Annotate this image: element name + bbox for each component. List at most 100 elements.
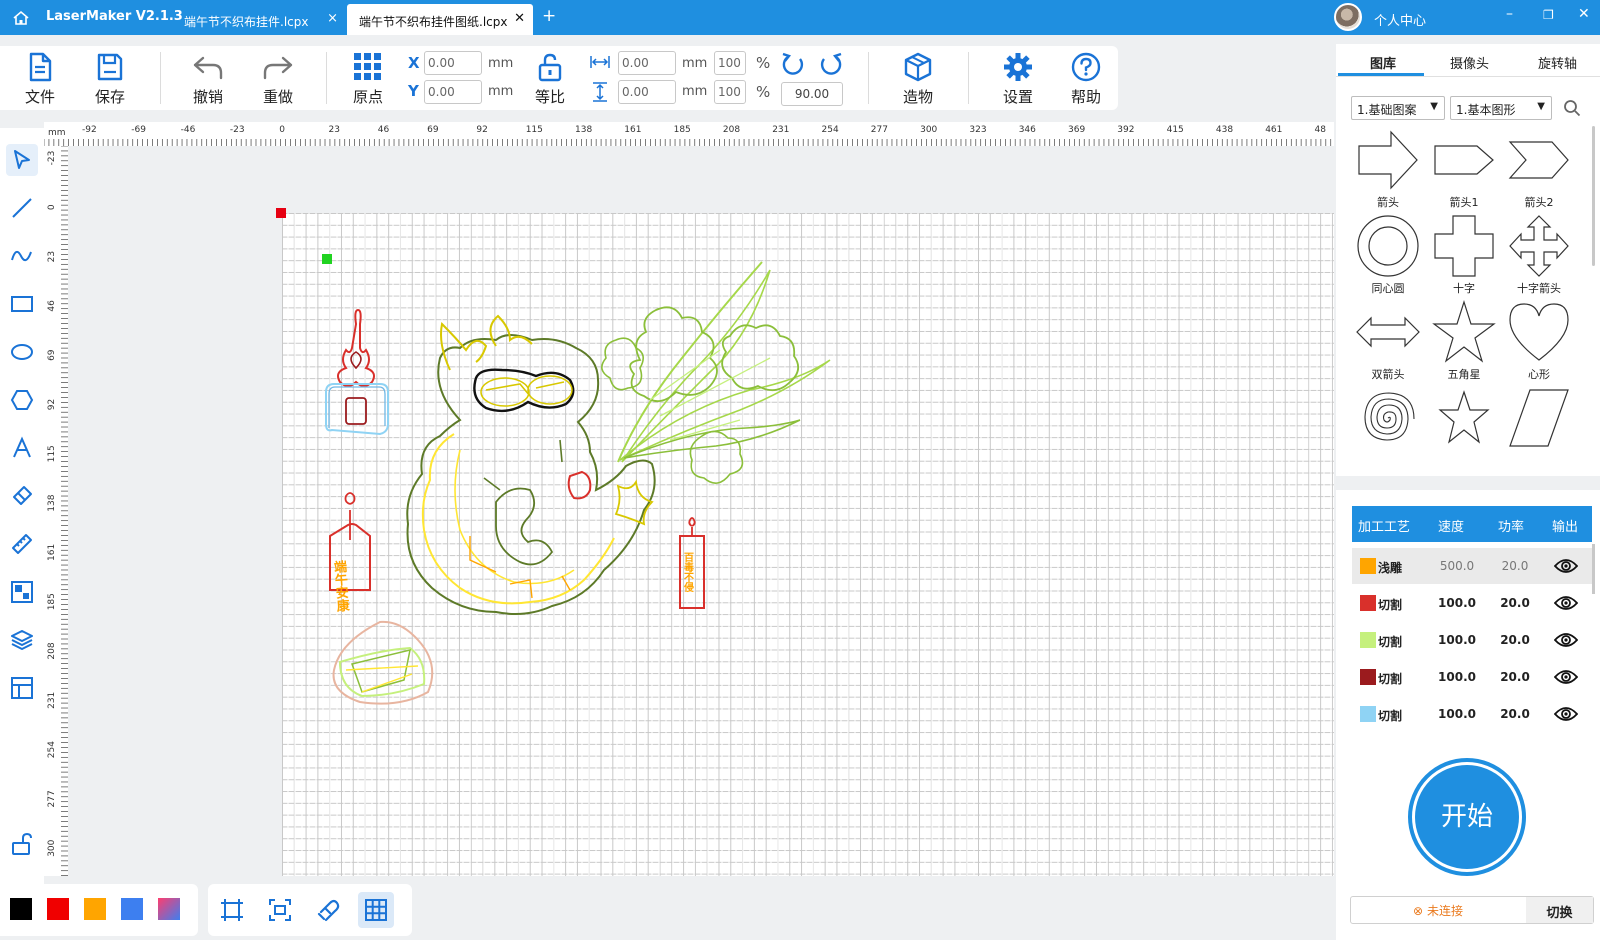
shape-arrow[interactable]: 箭头 (1352, 128, 1424, 214)
process-row[interactable]: 切割 100.0 20.0 (1352, 659, 1592, 695)
eye-icon[interactable] (1553, 631, 1579, 652)
polygon-tool[interactable] (6, 384, 38, 416)
layers-tool[interactable] (6, 624, 38, 656)
height-percent-input[interactable]: 100 (714, 80, 746, 104)
ellipse-tool[interactable] (6, 336, 38, 368)
process-power[interactable]: 20.0 (1490, 707, 1540, 721)
process-name[interactable]: 切割 (1378, 596, 1402, 613)
lock-ratio-button[interactable]: 等比 (520, 50, 580, 108)
process-row[interactable]: 切割 100.0 20.0 (1352, 696, 1592, 732)
eye-icon[interactable] (1553, 557, 1579, 578)
settings-button[interactable]: 设置 (988, 50, 1048, 108)
shape-double-arrow[interactable]: 双箭头 (1352, 300, 1424, 386)
width-input[interactable]: 0.00 (618, 51, 676, 75)
connection-status[interactable]: ⊗ 未连接 (1350, 896, 1526, 924)
mugwort-leaves[interactable] (601, 261, 831, 484)
process-speed[interactable]: 100.0 (1432, 670, 1482, 684)
tab-library[interactable]: 图库 (1370, 53, 1396, 72)
rectangle-tool[interactable] (6, 288, 38, 320)
line-tool[interactable] (6, 192, 38, 224)
close-window-button[interactable]: ✕ (1578, 6, 1590, 22)
tag-baidu[interactable]: 百毒不侵 (679, 517, 705, 609)
shape-arrow-2[interactable]: 箭头2 (1503, 128, 1575, 214)
build-button[interactable]: 造物 (888, 50, 948, 108)
tag-duanwu[interactable]: 端午安康 (329, 492, 371, 614)
layer-color-swatch[interactable] (1360, 669, 1376, 685)
process-name[interactable]: 切割 (1378, 670, 1402, 687)
shape-five-point-star[interactable]: 五角星 (1428, 300, 1500, 386)
lock-tool[interactable] (6, 828, 38, 860)
eraser-tool[interactable] (6, 480, 38, 512)
color-swatch-gradient[interactable] (158, 898, 180, 920)
rotation-angle-input[interactable]: 90.00 (781, 82, 843, 106)
library-scrollbar[interactable] (1592, 126, 1595, 266)
user-center-link[interactable]: 个人中心 (1374, 10, 1426, 29)
rotate-ccw-icon[interactable] (780, 51, 806, 77)
color-swatch-red[interactable] (47, 898, 69, 920)
fit-canvas-button[interactable] (214, 892, 250, 928)
process-speed[interactable]: 100.0 (1432, 633, 1482, 647)
layout-tool[interactable] (6, 672, 38, 704)
eye-icon[interactable] (1553, 705, 1579, 726)
measure-tool[interactable] (6, 528, 38, 560)
process-scrollbar[interactable] (1592, 544, 1595, 594)
avatar[interactable] (1334, 3, 1362, 31)
process-power[interactable]: 20.0 (1490, 670, 1540, 684)
process-power[interactable]: 20.0 (1490, 633, 1540, 647)
dragon-figure[interactable] (406, 314, 656, 615)
process-row[interactable]: 浅雕 500.0 20.0 (1352, 548, 1592, 584)
fit-selection-button[interactable] (262, 892, 298, 928)
shape-parallelogram[interactable] (1503, 386, 1575, 472)
process-row[interactable]: 切割 100.0 20.0 (1352, 622, 1592, 658)
redo-button[interactable]: 重做 (248, 50, 308, 108)
help-button[interactable]: 帮助 (1056, 50, 1116, 108)
height-input[interactable]: 0.00 (618, 80, 676, 104)
add-tab-button[interactable]: + (542, 6, 556, 26)
zongzi-shape[interactable] (332, 620, 434, 705)
rotate-cw-icon[interactable] (818, 51, 844, 77)
width-percent-input[interactable]: 100 (714, 51, 746, 75)
tab-camera[interactable]: 摄像头 (1450, 53, 1489, 72)
layer-color-swatch[interactable] (1360, 632, 1376, 648)
x-position-input[interactable]: 0.00 (424, 51, 482, 75)
shape-arrow-1[interactable]: 箭头1 (1428, 128, 1500, 214)
color-swatch-blue[interactable] (121, 898, 143, 920)
process-power[interactable]: 20.0 (1490, 596, 1540, 610)
process-name[interactable]: 切割 (1378, 707, 1402, 724)
knot-pendant[interactable] (325, 308, 389, 436)
y-position-input[interactable]: 0.00 (424, 80, 482, 104)
process-speed[interactable]: 100.0 (1432, 707, 1482, 721)
save-button[interactable]: 保存 (80, 50, 140, 108)
home-icon[interactable] (11, 8, 31, 28)
shape-concentric-circle[interactable]: 同心圆 (1352, 214, 1424, 300)
process-row[interactable]: 切割 100.0 20.0 (1352, 585, 1592, 621)
grid-toggle-button[interactable] (358, 892, 394, 928)
design-artwork[interactable]: 端午安康 百毒不侵 (300, 240, 860, 740)
eye-icon[interactable] (1553, 594, 1579, 615)
category-dropdown[interactable]: 1.基础图案 ▼ (1351, 96, 1445, 120)
close-tab-icon[interactable]: × (327, 11, 338, 26)
color-swatch-orange[interactable] (84, 898, 106, 920)
start-button[interactable]: 开始 (1415, 765, 1519, 869)
origin-button[interactable]: 原点 (338, 50, 398, 108)
eye-icon[interactable] (1553, 668, 1579, 689)
minimize-button[interactable]: – (1506, 6, 1513, 22)
process-speed[interactable]: 500.0 (1432, 559, 1482, 573)
process-power[interactable]: 20.0 (1490, 559, 1540, 573)
process-name[interactable]: 浅雕 (1378, 559, 1402, 576)
layer-color-swatch[interactable] (1360, 595, 1376, 611)
layer-color-swatch[interactable] (1360, 558, 1376, 574)
shape-spiral[interactable] (1352, 386, 1424, 472)
curve-tool[interactable] (6, 240, 38, 272)
select-tool[interactable] (6, 144, 38, 176)
array-tool[interactable] (6, 576, 38, 608)
undo-button[interactable]: 撤销 (178, 50, 238, 108)
switch-button[interactable]: 切换 (1526, 897, 1593, 923)
tab-file-2[interactable]: 端午节不织布挂件图纸.lcpx ✕ (347, 4, 533, 35)
shape-heart[interactable]: 心形 (1503, 300, 1575, 386)
file-button[interactable]: 文件 (10, 50, 70, 108)
maximize-button[interactable]: ❐ (1543, 8, 1554, 22)
shape-star-2[interactable] (1428, 386, 1500, 472)
process-speed[interactable]: 100.0 (1432, 596, 1482, 610)
shape-cross[interactable]: 十字 (1428, 214, 1500, 300)
